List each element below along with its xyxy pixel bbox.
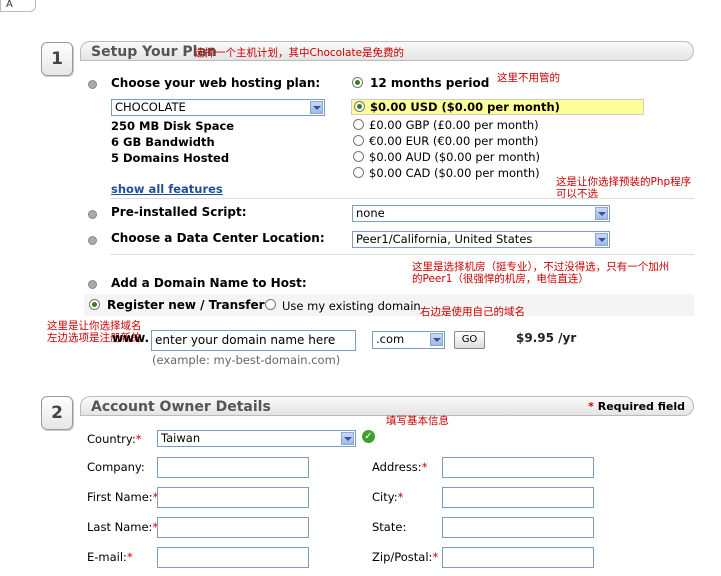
price-label-usd: $0.00 USD ($0.00 per month) [370,100,560,114]
chevron-down-icon [430,333,443,346]
step-2-header: Account Owner Details * Required field [80,396,694,416]
required-star: * [126,550,133,564]
city-field[interactable] [442,487,594,508]
domain-name-input[interactable]: enter your domain name here [151,330,356,351]
chevron-down-icon [310,101,323,114]
datacenter-select[interactable]: Peer1/California, United States [352,231,610,248]
step-2-title: Account Owner Details [91,399,271,415]
last-name-label-text: Last Name: [87,520,153,534]
price-radio-usd[interactable] [354,101,365,112]
basic-info-annotation: 填写基本信息 [386,415,449,427]
chevron-down-icon [341,432,354,445]
first-name-field[interactable] [157,487,309,508]
city-label: City:* [372,490,403,504]
price-label-cad: $0.00 CAD ($0.00 per month) [369,166,540,180]
register-label: Register new / Transfer [107,298,265,312]
domain-example: (example: my-best-domain.com) [152,353,341,367]
domain-price: $9.95 /yr [516,331,577,345]
country-label-text: Country: [87,432,136,446]
feature-domains: 5 Domains Hosted [111,151,230,165]
price-label-eur: €0.00 EUR (€0.00 per month) [369,134,539,148]
existing-domain-annotation: 右边是使用自己的域名 [420,306,525,318]
email-label-text: E-mail: [87,550,127,564]
required-star: * [432,550,439,564]
period-label: 12 months period [370,76,490,90]
chevron-down-icon [595,233,608,246]
www-label: www. [112,331,150,345]
last-name-label: Last Name:* [87,520,158,534]
price-radio-aud[interactable] [353,151,364,162]
chevron-down-icon [595,207,608,220]
datacenter-bullet-icon [88,236,97,245]
zip-label: Zip/Postal:* [372,550,438,564]
address-label-text: Address: [372,460,422,474]
domain-bullet-icon [88,280,97,289]
period-annotation: 这里不用管的 [497,72,560,84]
top-tab-fragment: A [0,0,36,12]
city-label-text: City: [372,490,398,504]
datacenter-annotation-2: 的Peer1（很强悍的机房，电信直连） [412,273,589,285]
script-select[interactable]: none [352,205,610,222]
existing-domain-label: Use my existing domain [282,299,421,313]
required-star: * [397,490,404,504]
address-label: Address:* [372,460,427,474]
state-field[interactable] [442,517,594,538]
feature-disk: 250 MB Disk Space [111,119,235,133]
company-field[interactable] [157,457,309,478]
required-text: Required field [597,400,685,413]
price-row-usd[interactable]: $0.00 USD ($0.00 per month) [351,99,644,115]
required-legend: * Required field [588,397,685,417]
plan-bullet-icon [88,80,97,89]
datacenter-label: Choose a Data Center Location: [111,231,325,245]
divider [110,254,694,255]
plan-annotation: 选择一个主机计划，其中Chocolate是免费的 [194,47,405,59]
required-star: * [588,400,594,413]
domain-input-text: enter your domain name here [155,333,336,347]
script-bullet-icon [88,210,97,219]
price-radio-gbp[interactable] [353,119,364,130]
required-star: * [421,460,428,474]
script-select-value: none [356,206,385,220]
state-label: State: [372,520,407,534]
datacenter-select-value: Peer1/California, United States [356,232,533,246]
tld-select-value: .com [376,332,405,346]
domain-label: Add a Domain Name to Host: [111,276,307,290]
datacenter-annotation-1: 这里是选择机房（挺专业），不过没得选，只有一个加州 [412,261,670,273]
required-star: * [135,432,142,446]
tld-select[interactable]: .com [372,331,445,349]
zip-label-text: Zip/Postal: [372,550,433,564]
step-1-number: 1 [41,42,73,76]
price-radio-eur[interactable] [353,135,364,146]
show-all-features-link[interactable]: show all features [111,182,223,196]
plan-select-value: CHOCOLATE [115,100,186,114]
price-radio-cad[interactable] [353,167,364,178]
divider [110,198,694,199]
last-name-field[interactable] [157,517,309,538]
address-field[interactable] [442,457,594,478]
price-label-aud: $0.00 AUD ($0.00 per month) [369,150,541,164]
register-radio[interactable] [89,299,100,310]
existing-domain-radio[interactable] [265,299,276,310]
country-select[interactable]: Taiwan [157,430,356,447]
feature-bandwidth: 6 GB Bandwidth [111,135,215,149]
go-button[interactable]: GO [454,331,485,349]
first-name-label-text: First Name: [87,490,153,504]
script-label: Pre-installed Script: [111,205,247,219]
plan-label: Choose your web hosting plan: [111,76,321,90]
price-label-gbp: £0.00 GBP (£0.00 per month) [369,118,539,132]
country-label: Country:* [87,432,141,446]
period-radio[interactable] [352,77,363,88]
company-label: Company: [87,460,145,474]
zip-field[interactable] [442,547,594,568]
email-field[interactable] [157,547,309,568]
script-annotation-1: 这是让你选择预装的Php程序 [556,176,692,188]
country-select-value: Taiwan [161,431,201,445]
check-icon: ✓ [362,430,375,443]
email-label: E-mail:* [87,550,133,564]
step-2-number: 2 [41,396,73,430]
plan-select[interactable]: CHOCOLATE [111,99,325,116]
first-name-label: First Name:* [87,490,158,504]
